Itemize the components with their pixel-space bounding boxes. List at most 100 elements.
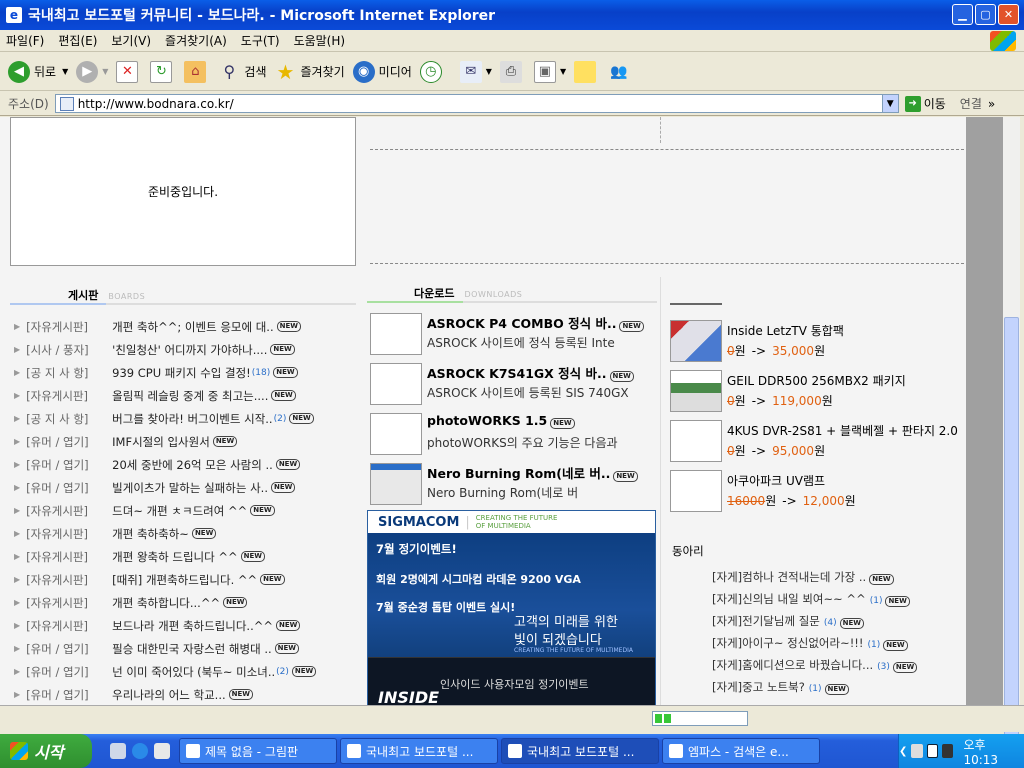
links-chevron-icon[interactable]: » xyxy=(988,97,995,111)
board-row[interactable]: ▶ [자유게시판] 드뎌~ 개편 ㅊㅋ드려여 ^^ NEW xyxy=(14,499,354,522)
scrollbar-thumb[interactable] xyxy=(1004,317,1019,737)
board-title[interactable]: 우리나라의 어느 학교... xyxy=(112,687,226,703)
download-title[interactable]: Nero Burning Rom(네로 버.. NEW xyxy=(427,463,638,482)
board-title[interactable]: '친일청산' 어디까지 가야하나.... xyxy=(112,342,267,358)
club-item[interactable]: [자게]홈에디션으로 바꿨습니다... (3) NEW xyxy=(712,657,972,673)
board-row[interactable]: ▶ [유머 / 엽기] 넌 이미 죽어있다 (북두~ 미소녀.. (2) NEW xyxy=(14,660,354,683)
history-button[interactable]: ◷ xyxy=(419,60,446,83)
task-paint[interactable]: 제목 없음 - 그림판 xyxy=(179,738,337,764)
board-row[interactable]: ▶ [유머 / 엽기] 필승 대한민국 자랑스런 해병대 .. NEW xyxy=(14,637,354,660)
menu-favorites[interactable]: 즐겨찾기(A) xyxy=(165,32,227,49)
board-row[interactable]: ▶ [자유게시판] 개편 축하축하~ NEW xyxy=(14,522,354,545)
product-item[interactable]: Inside LetzTV 통합팩 0원 -> 35,000원 xyxy=(670,320,960,368)
go-button[interactable]: ➜ 이동 xyxy=(904,95,946,112)
links-label[interactable]: 연결 xyxy=(960,95,982,112)
club-item[interactable]: [자게]컴하나 견적내는데 가장 .. NEW xyxy=(712,569,972,585)
maximize-button[interactable]: ▢ xyxy=(975,4,996,25)
board-row[interactable]: ▶ [자유게시판] 개편 왕축하 드립니다 ^^ NEW xyxy=(14,545,354,568)
product-item[interactable]: GEIL DDR500 256MBX2 패키지 0원 -> 119,000원 xyxy=(670,370,960,418)
media-player-icon[interactable] xyxy=(154,743,170,759)
forward-dropdown-icon[interactable]: ▼ xyxy=(102,67,108,76)
sigmacom-banner[interactable]: SIGMACOM | CREATING THE FUTURE OF MULTIME… xyxy=(367,510,656,705)
board-title[interactable]: 939 CPU 패키지 수입 결정! xyxy=(112,365,251,381)
address-dropdown-icon[interactable]: ▼ xyxy=(881,95,898,112)
board-row[interactable]: ▶ [공 지 사 항] 939 CPU 패키지 수입 결정! (18) NEW xyxy=(14,361,354,384)
board-title[interactable]: 드뎌~ 개편 ㅊㅋ드려여 ^^ xyxy=(112,503,247,519)
board-row[interactable]: ▶ [공 지 사 항] 버그를 찾아라! 버그이벤트 시작.. (2) NEW xyxy=(14,407,354,430)
desktop-icon[interactable] xyxy=(110,743,126,759)
edit-dropdown-icon[interactable]: ▼ xyxy=(560,67,566,76)
refresh-button[interactable]: ↻ xyxy=(150,60,176,83)
forward-button[interactable]: ▶ ▼ xyxy=(76,60,108,83)
task-ie-1[interactable]: 국내최고 보드포털 ... xyxy=(340,738,498,764)
edit-button[interactable]: ▣ ▼ xyxy=(533,60,566,83)
discuss-button[interactable] xyxy=(574,60,600,83)
product-name[interactable]: 아쿠아파크 UV램프 xyxy=(727,472,825,489)
close-button[interactable]: ✕ xyxy=(998,4,1019,25)
media-button[interactable]: ◉ 미디어 xyxy=(352,60,412,83)
messenger-button[interactable]: 👥 xyxy=(608,61,634,83)
menu-view[interactable]: 보기(V) xyxy=(111,32,151,49)
board-row[interactable]: ▶ [자유게시판] 올림픽 레슬링 중계 중 최고는.... NEW xyxy=(14,384,354,407)
board-row[interactable]: ▶ [유머 / 엽기] 빌게이츠가 말하는 실패하는 사.. NEW xyxy=(14,476,354,499)
board-title[interactable]: 필승 대한민국 자랑스런 해병대 .. xyxy=(112,641,271,657)
club-item[interactable]: [자게]아이구~ 정신없어라~!!! (1) NEW xyxy=(712,635,972,651)
vertical-scrollbar[interactable] xyxy=(1003,117,1020,737)
product-name[interactable]: Inside LetzTV 통합팩 xyxy=(727,322,844,339)
board-title[interactable]: 보드나라 개편 축하드립니다..^^ xyxy=(112,618,273,634)
board-row[interactable]: ▶ [자유게시판] 보드나라 개편 축하드립니다..^^ NEW xyxy=(14,614,354,637)
board-title[interactable]: 개편 왕축하 드립니다 ^^ xyxy=(112,549,237,565)
board-title[interactable]: 넌 이미 죽어있다 (북두~ 미소녀.. xyxy=(112,664,275,680)
download-title[interactable]: ASROCK K7S41GX 정식 바.. NEW xyxy=(427,363,634,382)
board-row[interactable]: ▶ [유머 / 엽기] 20세 중반에 26억 모은 사람의 .. NEW xyxy=(14,453,354,476)
download-item[interactable]: ASROCK K7S41GX 정식 바.. NEW ASROCK 사이트에 등록된 … xyxy=(370,363,660,411)
back-button[interactable]: ◀ 뒤로 ▼ xyxy=(8,60,68,83)
product-item[interactable]: 4KUS DVR-2S81 + 블랙베젤 + 판타지 2.0 0원 -> 95,000… xyxy=(670,420,960,468)
task-empas[interactable]: 엠파스 - 검색은 e... xyxy=(662,738,820,764)
tray-expand-icon[interactable]: ❮ xyxy=(899,746,907,757)
board-row[interactable]: ▶ [유머 / 엽기] 우리나라의 어느 학교... NEW xyxy=(14,683,354,705)
board-title[interactable]: 빌게이츠가 말하는 실패하는 사.. xyxy=(112,480,268,496)
board-row[interactable]: ▶ [자유게시판] 개편 축하합니다...^^ NEW xyxy=(14,591,354,614)
ie-quicklaunch-icon[interactable] xyxy=(132,743,148,759)
board-title[interactable]: [때쥐] 개편축하드립니다. ^^ xyxy=(112,572,257,588)
board-row[interactable]: ▶ [자유게시판] [때쥐] 개편축하드립니다. ^^ NEW xyxy=(14,568,354,591)
mail-dropdown-icon[interactable]: ▼ xyxy=(486,67,492,76)
download-title[interactable]: photoWORKS 1.5 NEW xyxy=(427,413,575,429)
board-title[interactable]: 개편 축하합니다...^^ xyxy=(112,595,220,611)
search-button[interactable]: ⚲ 검색 xyxy=(218,61,267,83)
download-title[interactable]: ASROCK P4 COMBO 정식 바.. NEW xyxy=(427,313,644,332)
board-title[interactable]: 올림픽 레슬링 중계 중 최고는.... xyxy=(112,388,268,404)
mail-button[interactable]: ✉ ▼ xyxy=(459,60,492,83)
club-item[interactable]: [자게]전기달님께 질문 (4) NEW xyxy=(712,613,972,629)
board-title[interactable]: 개편 축하축하~ xyxy=(112,526,189,542)
product-item[interactable]: 아쿠아파크 UV램프 16000원 -> 12,000원 xyxy=(670,470,960,518)
favorites-button[interactable]: ★ 즐겨찾기 xyxy=(275,60,345,84)
club-item[interactable]: [자게]중고 노트북? (1) NEW xyxy=(712,679,972,695)
board-row[interactable]: ▶ [자유게시판] 개편 축하^^; 이벤트 응모에 대.. NEW xyxy=(14,315,354,338)
address-input[interactable]: http://www.bodnara.co.kr/ ▼ xyxy=(54,94,899,113)
minimize-button[interactable]: ▁ xyxy=(952,4,973,25)
product-name[interactable]: 4KUS DVR-2S81 + 블랙베젤 + 판타지 2.0 xyxy=(727,422,958,439)
board-row[interactable]: ▶ [시사 / 풍자] '친일청산' 어디까지 가야하나.... NEW xyxy=(14,338,354,361)
download-item[interactable]: photoWORKS 1.5 NEW photoWORKS의 주요 기능은 다음과 xyxy=(370,413,660,461)
board-title[interactable]: 버그를 찾아라! 버그이벤트 시작.. xyxy=(112,411,272,427)
print-button[interactable]: ⎙ xyxy=(499,60,526,83)
start-button[interactable]: 시작 xyxy=(0,734,92,768)
task-ie-2[interactable]: 국내최고 보드포털 ... xyxy=(501,738,659,764)
stop-button[interactable]: ✕ xyxy=(116,60,142,83)
menu-edit[interactable]: 편집(E) xyxy=(58,32,97,49)
board-title[interactable]: 개편 축하^^; 이벤트 응모에 대.. xyxy=(112,319,273,335)
network-icon[interactable] xyxy=(911,744,923,758)
club-item[interactable]: [자게]신의님 내일 뵈여~~ ^^ (1) NEW xyxy=(712,591,972,607)
menu-tools[interactable]: 도구(T) xyxy=(241,32,280,49)
ime-icon[interactable] xyxy=(942,744,954,758)
board-title[interactable]: 20세 중반에 26억 모은 사람의 .. xyxy=(112,457,273,473)
download-item[interactable]: ASROCK P4 COMBO 정식 바.. NEW ASROCK 사이트에 정식 … xyxy=(370,313,660,361)
download-item[interactable]: Nero Burning Rom(네로 버.. NEW Nero Burning R… xyxy=(370,463,660,511)
board-title[interactable]: IMF시절의 입사원서 xyxy=(112,434,210,450)
back-dropdown-icon[interactable]: ▼ xyxy=(62,67,68,76)
menu-help[interactable]: 도움말(H) xyxy=(294,32,346,49)
home-button[interactable]: ⌂ xyxy=(184,60,210,83)
board-row[interactable]: ▶ [유머 / 엽기] IMF시절의 입사원서 NEW xyxy=(14,430,354,453)
